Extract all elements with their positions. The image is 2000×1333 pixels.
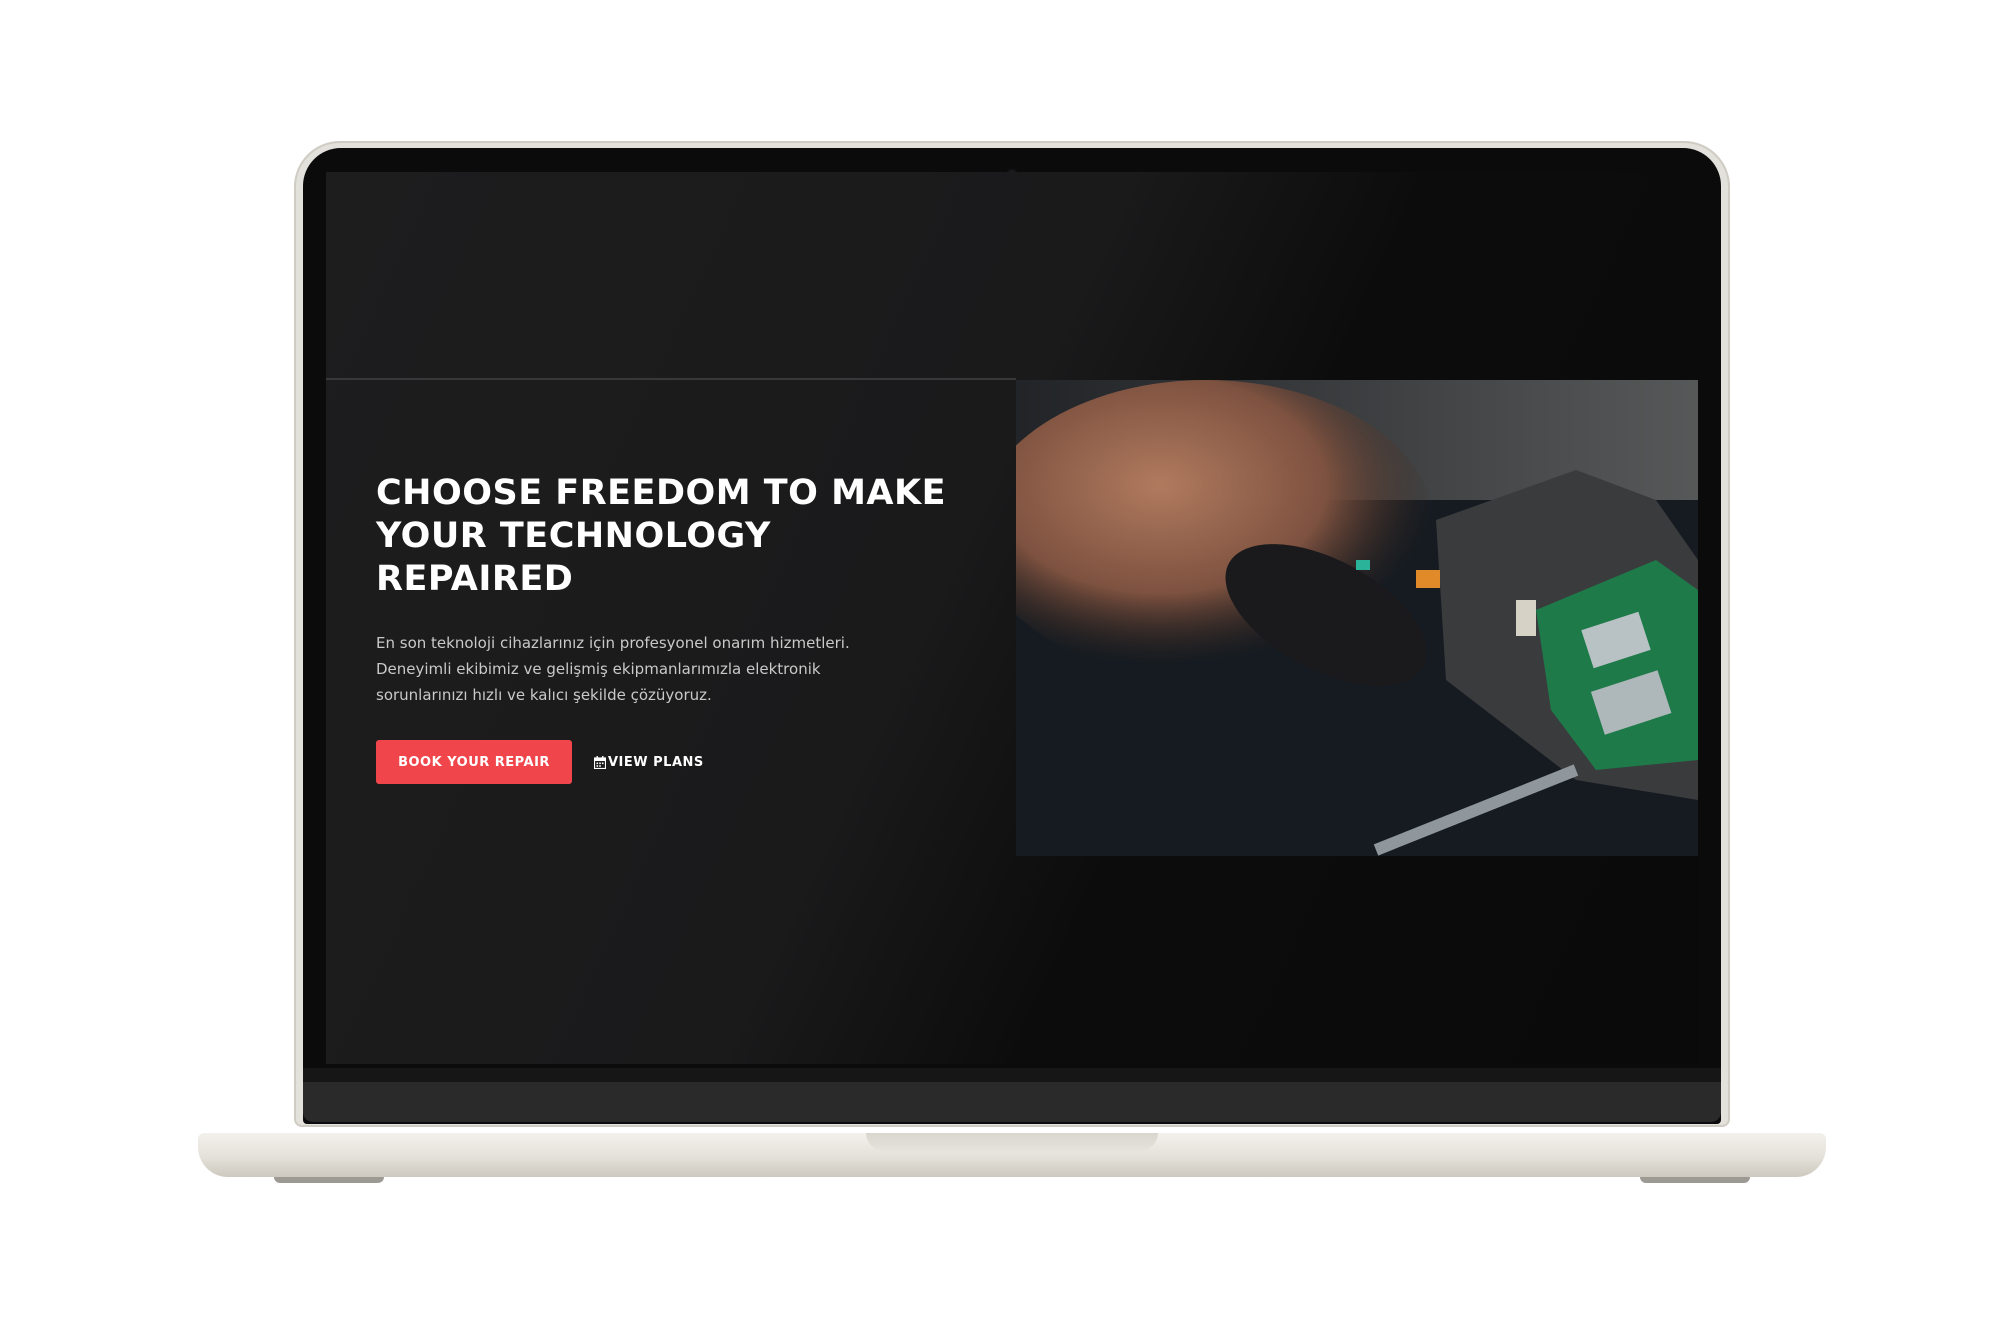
view-plans-label: VIEW PLANS [608, 754, 704, 770]
hero-description: En son teknoloji cihazlarınız için profe… [376, 634, 850, 704]
hinge-bar [303, 1082, 1721, 1122]
book-repair-label: BOOK YOUR REPAIR [398, 754, 550, 770]
screen-chin [303, 1068, 1721, 1082]
hero-title: CHOOSE FREEDOM TO MAKE YOUR TECHNOLOGY R… [376, 473, 947, 599]
website-viewport: CHOOSE FREEDOM TO MAKE YOUR TECHNOLOGY R… [326, 172, 1698, 1064]
laptop-mockup: CHOOSE FREEDOM TO MAKE YOUR TECHNOLOGY R… [0, 0, 2000, 1333]
base-notch [866, 1133, 1158, 1151]
laptop-foot-left [274, 1177, 384, 1183]
calendar-icon [594, 755, 606, 769]
book-repair-button[interactable]: BOOK YOUR REPAIR [376, 740, 572, 784]
laptop-foot-right [1640, 1177, 1750, 1183]
hero-image [1016, 380, 1698, 856]
view-plans-button[interactable]: VIEW PLANS [594, 750, 704, 774]
header-divider [326, 378, 1016, 380]
